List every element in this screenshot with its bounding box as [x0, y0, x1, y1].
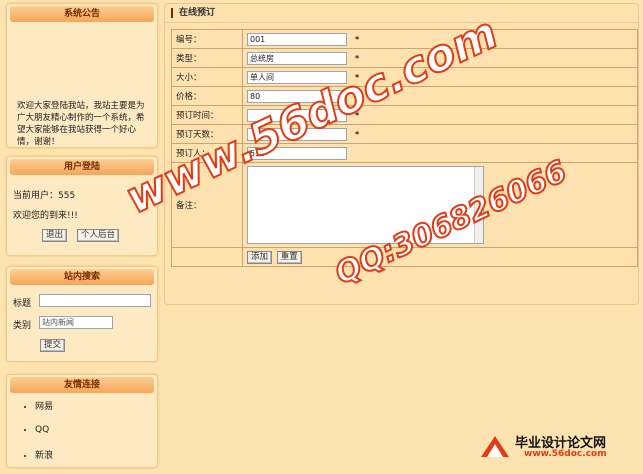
- required-mark: *: [355, 129, 360, 139]
- logout-button[interactable]: 退出: [42, 229, 68, 242]
- price-label: 价格：: [171, 86, 243, 106]
- notice-panel: 系统公告 欢迎大家登陆我站，我站主要是为广大朋友精心制作的一个系统，希望大家能够…: [6, 3, 158, 148]
- booking-title: 在线预订: [165, 4, 638, 23]
- search-type-select[interactable]: 站内新闻: [39, 316, 113, 329]
- link-item[interactable]: 新浪: [35, 448, 53, 461]
- link-item[interactable]: QQ: [35, 425, 53, 435]
- search-type-value: 站内新闻: [42, 318, 74, 327]
- reset-button[interactable]: 重置: [276, 250, 302, 264]
- id-label: 编号：: [171, 29, 243, 49]
- search-title: 站内搜索: [10, 269, 154, 285]
- notice-title: 系统公告: [10, 6, 154, 22]
- size-label: 大小：: [171, 67, 243, 87]
- search-panel: 站内搜索 标题 类别 站内新闻 提交: [6, 266, 158, 362]
- required-mark: *: [355, 53, 360, 63]
- site-logo: 毕业设计论文网 www.56doc.com: [478, 431, 640, 462]
- add-button[interactable]: 添加: [247, 250, 273, 264]
- search-type-label: 类别: [13, 321, 32, 331]
- links-panel: 友情连接 网易 QQ 新浪: [6, 374, 158, 468]
- type-label: 类型：: [171, 48, 243, 68]
- links-title: 友情连接: [10, 377, 154, 393]
- search-submit-button[interactable]: 提交: [40, 339, 66, 352]
- current-user: 当前用户：555: [13, 191, 76, 201]
- welcome-text: 欢迎您的到来!!!: [13, 211, 78, 221]
- notice-text: 欢迎大家登陆我站，我站主要是为广大朋友精心制作的一个系统，希望大家能够在我站获得…: [17, 101, 145, 147]
- required-mark: *: [355, 34, 360, 44]
- type-input[interactable]: 总统房: [247, 51, 347, 65]
- link-item[interactable]: 网易: [35, 399, 53, 412]
- search-title-label: 标题: [13, 299, 32, 309]
- logo-mark-icon: [481, 436, 509, 457]
- links-list: 网易 QQ 新浪: [0, 399, 53, 474]
- id-input[interactable]: 001: [247, 32, 347, 46]
- search-title-input[interactable]: [39, 294, 151, 307]
- time-label: 预订时间：: [171, 105, 243, 125]
- logo-url: www.56doc.com: [524, 449, 607, 459]
- personal-center-button[interactable]: 个人后台: [77, 229, 120, 242]
